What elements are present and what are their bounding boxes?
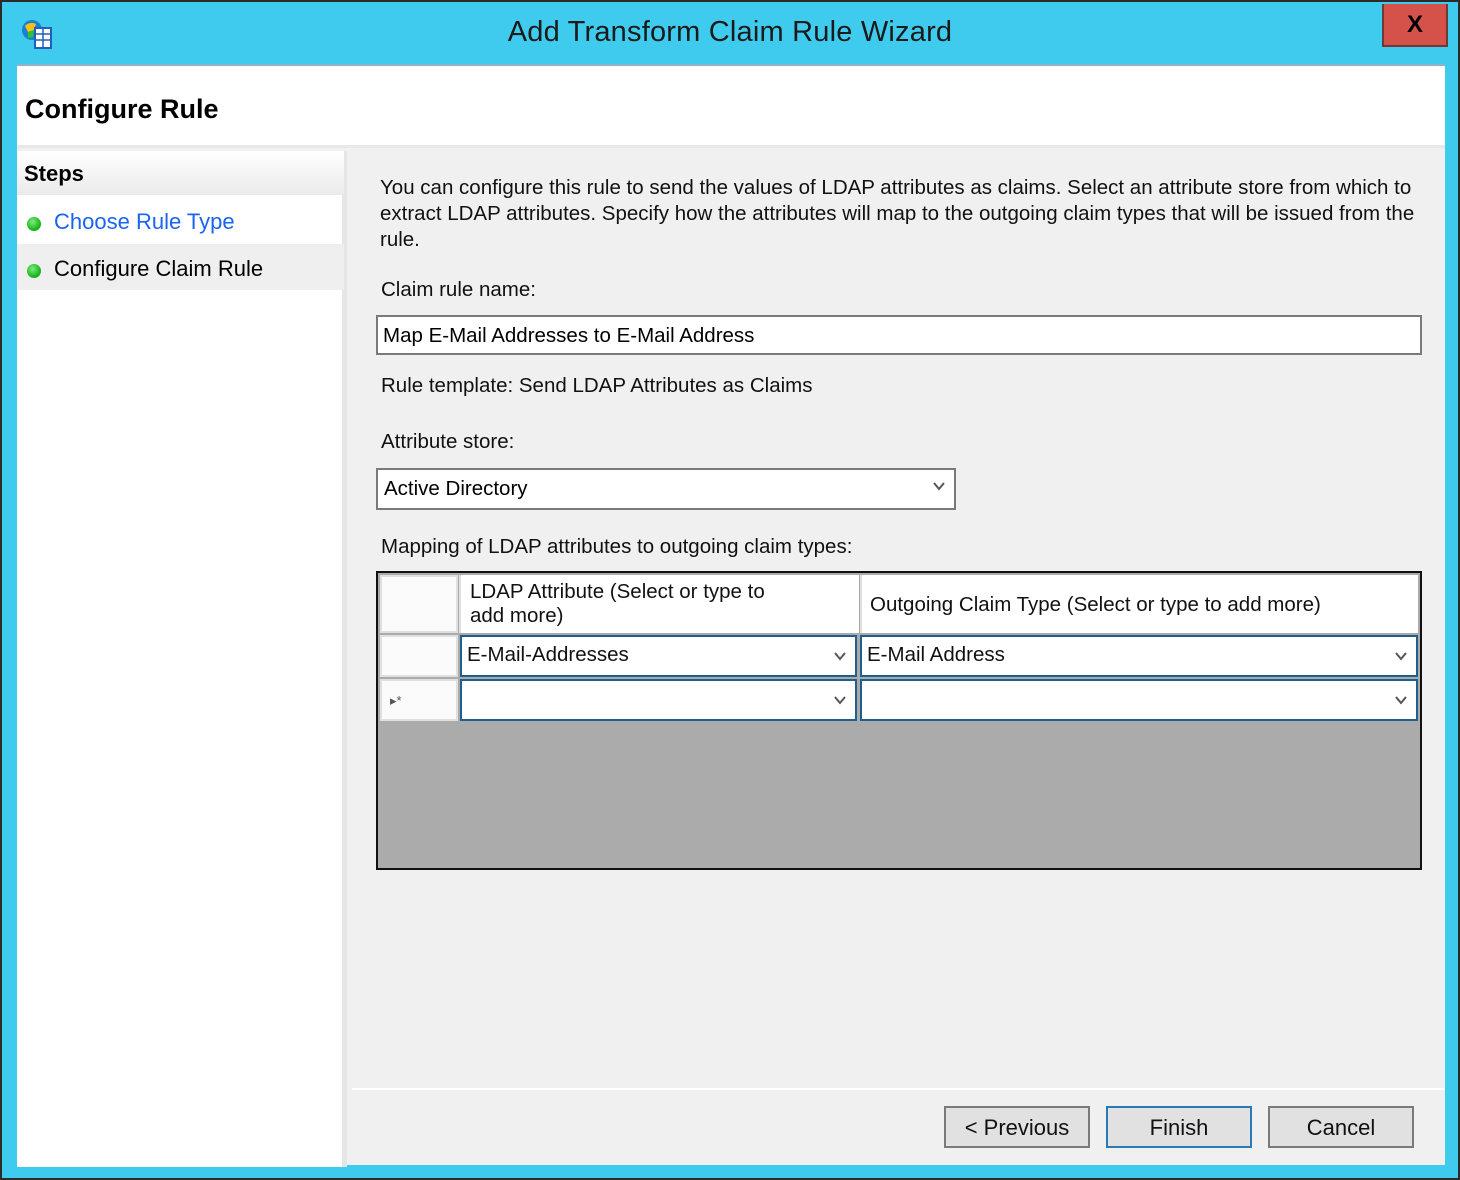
close-icon: X	[1406, 10, 1423, 38]
footer-divider	[352, 1088, 1445, 1090]
chevron-down-icon[interactable]	[833, 649, 847, 663]
step-choose-rule-type[interactable]: Choose Rule Type	[17, 197, 344, 243]
finish-button[interactable]: Finish	[1106, 1106, 1252, 1148]
claim-type-combo[interactable]: E-Mail Address	[860, 635, 1418, 677]
chevron-down-icon[interactable]	[1394, 649, 1408, 663]
step-complete-icon	[27, 217, 41, 231]
wizard-client-area: Configure Rule Steps Choose Rule Type Co…	[17, 64, 1445, 1167]
attribute-store-select[interactable]: Active Directory	[376, 468, 956, 510]
step-configure-claim-rule: Configure Claim Rule	[17, 244, 344, 290]
step-label: Choose Rule Type	[54, 209, 235, 234]
title-bar[interactable]: Add Transform Claim Rule Wizard X	[2, 2, 1458, 64]
chevron-down-icon[interactable]	[932, 479, 946, 493]
grid-corner-header	[380, 575, 458, 633]
chevron-down-icon[interactable]	[1394, 693, 1408, 707]
new-ldap-attribute-combo[interactable]	[460, 679, 857, 721]
ldap-attribute-value: E-Mail-Addresses	[467, 643, 629, 666]
claim-rule-name-input[interactable]: Map E-Mail Addresses to E-Mail Address	[376, 315, 1422, 355]
mapping-grid: LDAP Attribute (Select or type to add mo…	[376, 571, 1422, 870]
previous-button[interactable]: < Previous	[944, 1106, 1090, 1148]
wizard-window: Add Transform Claim Rule Wizard X Config…	[0, 0, 1460, 1180]
page-header: Configure Rule	[17, 66, 1445, 148]
mapping-label: Mapping of LDAP attributes to outgoing c…	[381, 535, 853, 558]
page-title: Configure Rule	[25, 94, 219, 124]
content-pane: You can configure this rule to send the …	[352, 151, 1445, 1088]
row-header[interactable]	[380, 635, 458, 677]
attribute-store-label: Attribute store:	[381, 430, 515, 453]
claim-rule-name-label: Claim rule name:	[381, 278, 536, 301]
attribute-store-value: Active Directory	[384, 477, 528, 500]
new-claim-type-combo[interactable]	[860, 679, 1418, 721]
column-header-ldap-attribute[interactable]: LDAP Attribute (Select or type to add mo…	[459, 575, 859, 633]
window-title: Add Transform Claim Rule Wizard	[507, 16, 953, 48]
new-row-marker-icon: ▸*	[390, 693, 402, 708]
step-complete-icon	[27, 264, 41, 278]
new-row-header[interactable]: ▸*	[380, 679, 458, 721]
steps-panel: Steps Choose Rule Type Configure Claim R…	[17, 151, 347, 1167]
rule-description: You can configure this rule to send the …	[380, 176, 1415, 251]
step-label: Configure Claim Rule	[54, 256, 264, 281]
cancel-button[interactable]: Cancel	[1268, 1106, 1414, 1148]
claim-type-value: E-Mail Address	[867, 643, 1005, 666]
ldap-attribute-combo[interactable]: E-Mail-Addresses	[460, 635, 857, 677]
steps-heading: Steps	[17, 151, 344, 195]
close-button[interactable]: X	[1382, 4, 1448, 47]
column-header-label: Outgoing Claim Type (Select or type to a…	[870, 593, 1321, 616]
chevron-down-icon[interactable]	[833, 693, 847, 707]
column-header-claim-type[interactable]: Outgoing Claim Type (Select or type to a…	[860, 575, 1418, 633]
rule-template-text: Rule template: Send LDAP Attributes as C…	[381, 374, 813, 397]
column-header-label: LDAP Attribute (Select or type to add mo…	[470, 580, 765, 627]
